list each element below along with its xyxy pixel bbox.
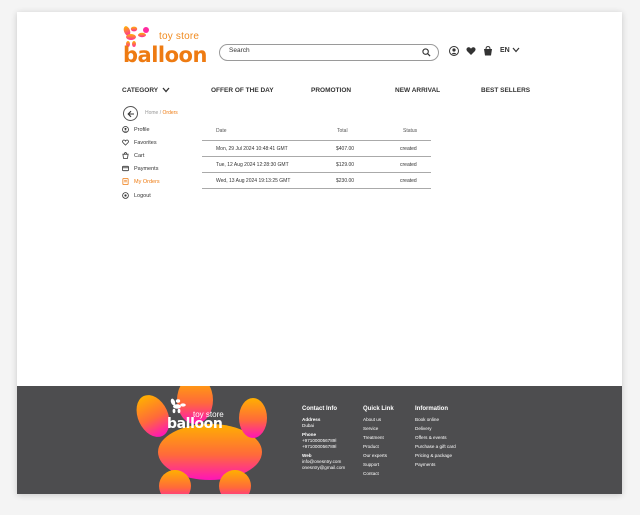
nav-category-label: CATEGORY xyxy=(122,87,159,94)
breadcrumb: Home / Orders xyxy=(145,110,178,116)
arrow-left-icon xyxy=(127,110,134,118)
breadcrumb-separator: / xyxy=(159,110,162,116)
order-date: Mon, 29 Jul 2024 10:48:41 GMT xyxy=(216,146,288,152)
footer-link[interactable]: Pricing & package xyxy=(415,453,452,458)
sidebar-item-label: Payments xyxy=(134,166,159,172)
search-input[interactable] xyxy=(229,47,409,54)
information-heading: Information xyxy=(415,406,448,412)
column-header-status: Status xyxy=(403,128,418,134)
language-label: EN xyxy=(500,47,510,54)
order-status: created xyxy=(400,178,417,184)
chevron-down-icon xyxy=(162,87,170,93)
nav-promotion[interactable]: PROMOTION xyxy=(311,87,351,94)
web-label: Web xyxy=(302,453,312,458)
orders-icon xyxy=(122,178,129,185)
contact-info-heading: Contact Info xyxy=(302,406,337,412)
phone-value[interactable]: +971000056789l xyxy=(302,438,336,443)
footer-brand-main-text: balloon xyxy=(167,416,223,432)
brand-top-text: toy store xyxy=(159,31,200,42)
footer-link[interactable]: Treatment xyxy=(363,435,384,440)
column-header-date: Date xyxy=(216,128,227,134)
logout-icon xyxy=(122,192,129,199)
table-row[interactable]: Wed, 13 Aug 2024 19:13:25 GMT $230.00 cr… xyxy=(202,172,431,188)
table-row[interactable]: Mon, 29 Jul 2024 10:48:41 GMT $407.00 cr… xyxy=(202,140,431,156)
phone-label: Phone xyxy=(302,432,317,437)
sidebar-item-label: Favorites xyxy=(134,140,157,146)
address-value: Dubai xyxy=(302,423,315,428)
account-icon[interactable] xyxy=(449,46,459,56)
web-value[interactable]: info@onesntry.com xyxy=(302,459,341,464)
footer-link[interactable]: Service xyxy=(363,426,378,431)
page: toy store balloon EN CATEGORY OFFER OF T… xyxy=(17,12,622,494)
brand-main-text: balloon xyxy=(123,43,207,67)
brand-logo[interactable]: toy store balloon xyxy=(121,24,207,72)
footer-link[interactable]: Our experts xyxy=(363,453,387,458)
footer-link[interactable]: Book online xyxy=(415,417,439,422)
footer-link[interactable]: Product xyxy=(363,444,379,449)
order-total: $129.00 xyxy=(336,162,355,168)
cart-icon xyxy=(122,152,129,159)
search-icon[interactable] xyxy=(422,48,431,57)
balloon-dog-icon xyxy=(170,398,186,414)
order-date: Wed, 13 Aug 2024 19:13:25 GMT xyxy=(216,178,291,184)
sidebar-item-label: Profile xyxy=(134,127,150,133)
footer-link[interactable]: Contact xyxy=(363,471,379,476)
footer-link[interactable]: Payments xyxy=(415,462,435,467)
table-divider xyxy=(202,188,431,189)
balloon-dog-graphic xyxy=(136,386,267,494)
order-status: created xyxy=(400,146,417,152)
order-date: Tue, 12 Aug 2024 12:28:30 GMT xyxy=(216,162,289,168)
breadcrumb-home[interactable]: Home xyxy=(145,110,158,116)
nav-new-arrival[interactable]: NEW ARRIVAL xyxy=(395,87,440,94)
table-row[interactable]: Tue, 12 Aug 2024 12:28:30 GMT $129.00 cr… xyxy=(202,156,431,172)
nav-offer-of-the-day[interactable]: OFFER OF THE DAY xyxy=(211,87,274,94)
nav-category[interactable]: CATEGORY xyxy=(122,87,170,94)
address-label: Address xyxy=(302,417,321,422)
heart-icon xyxy=(122,139,129,146)
sidebar-item-label: Cart xyxy=(134,153,145,159)
footer-link[interactable]: Delivery xyxy=(415,426,432,431)
footer-link[interactable]: About us xyxy=(363,417,381,422)
heart-icon[interactable] xyxy=(466,46,476,56)
phone-value[interactable]: +971000056789l xyxy=(302,444,336,449)
search-bar[interactable] xyxy=(219,44,439,61)
footer-link[interactable]: Offers & events xyxy=(415,435,447,440)
card-icon xyxy=(122,165,129,172)
chevron-down-icon xyxy=(512,47,520,53)
column-header-total: Total xyxy=(337,128,348,134)
breadcrumb-current: Orders xyxy=(162,110,178,116)
order-status: created xyxy=(400,162,417,168)
sidebar-item-label: Logout xyxy=(134,193,151,199)
language-selector[interactable]: EN xyxy=(500,47,520,54)
sidebar-item-label: My Orders xyxy=(134,179,160,185)
profile-icon xyxy=(122,126,129,133)
quick-link-heading: Quick Link xyxy=(363,406,394,412)
web-value[interactable]: onesntry@gmail.com xyxy=(302,465,345,470)
footer-link[interactable]: Purchase a gift card xyxy=(415,444,456,449)
order-total: $407.00 xyxy=(336,146,355,152)
nav-best-sellers[interactable]: BEST SELLERS xyxy=(481,87,530,94)
footer: toy store balloon Contact Info Address D… xyxy=(17,386,622,494)
footer-link[interactable]: Support xyxy=(363,462,379,467)
cart-icon[interactable] xyxy=(483,46,493,56)
back-button[interactable] xyxy=(123,106,138,121)
order-total: $230.00 xyxy=(336,178,355,184)
